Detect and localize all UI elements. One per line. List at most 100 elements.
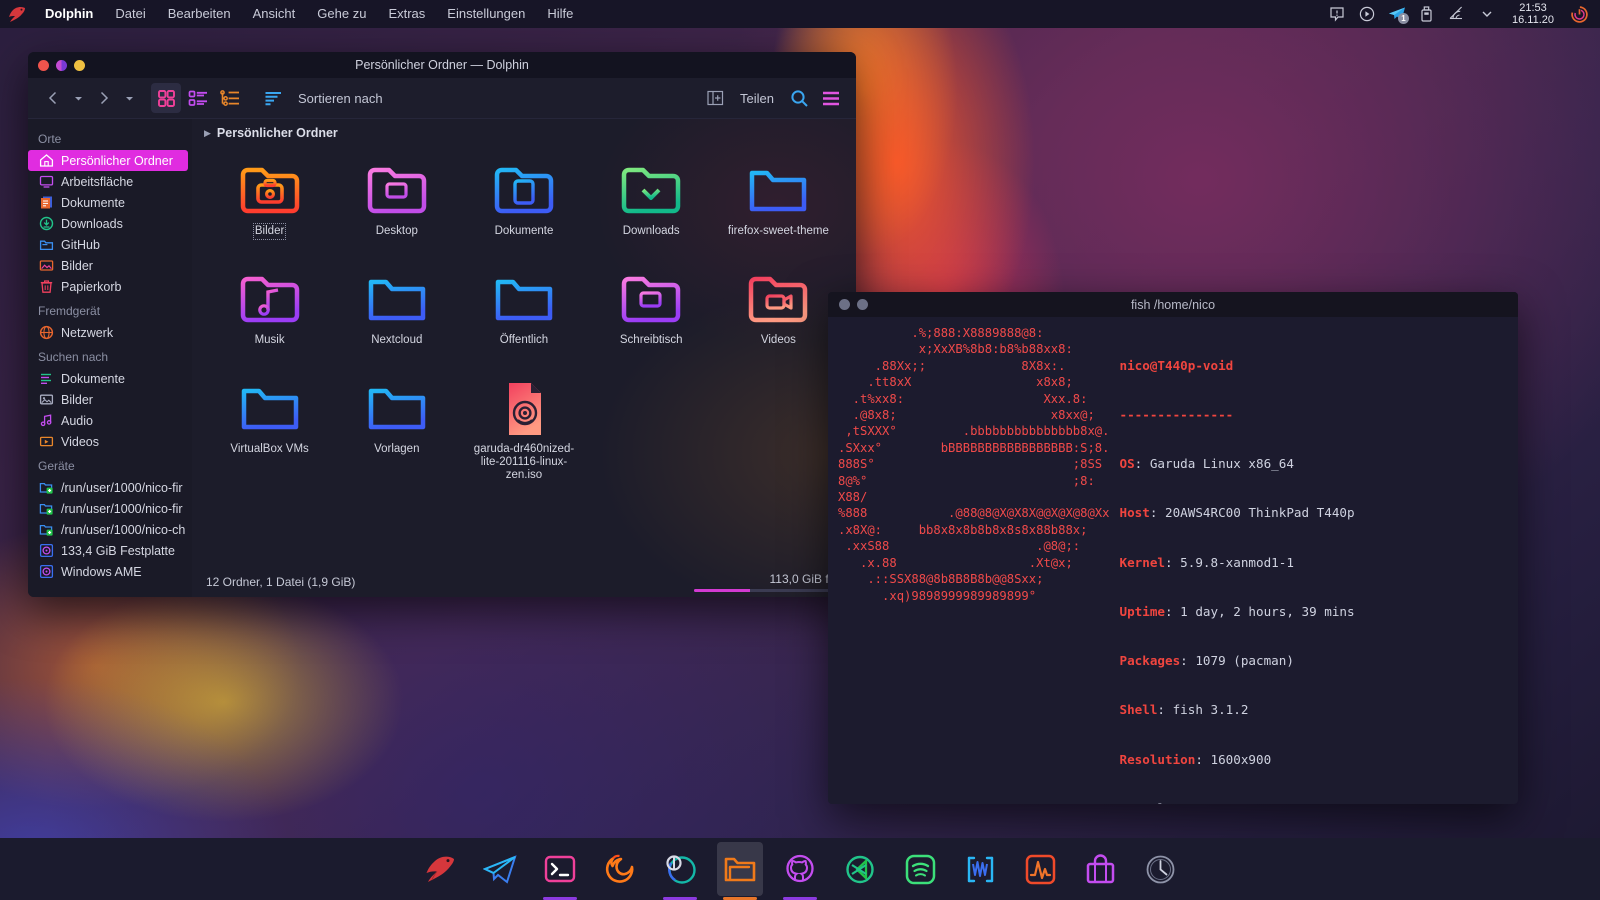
usb-drive-icon[interactable] [1412,0,1442,28]
chevron-down-icon[interactable] [1472,0,1502,28]
file-item-musik[interactable]: Musik [206,264,333,373]
hamburger-menu-icon[interactable] [816,83,846,113]
sidebar-item-bilder[interactable]: Bilder [28,255,192,276]
file-item-dokumente[interactable]: Dokumente [460,155,587,264]
details-view-icon[interactable] [215,83,245,113]
info-key: Kernel [1120,555,1166,570]
file-item-nextcloud[interactable]: Nextcloud [333,264,460,373]
menu-extras[interactable]: Extras [377,0,436,28]
close-button[interactable] [38,60,49,71]
menu-gehe-zu[interactable]: Gehe zu [306,0,377,28]
file-view: ▶ Persönlicher Ordner Bilder [192,119,856,597]
forward-arrow-icon[interactable] [89,83,119,113]
icons-view-icon[interactable] [151,83,181,113]
sidebar-item-windows-ame[interactable]: Windows AME [28,561,192,582]
terminal-titlebar[interactable]: fish /home/nico [828,292,1518,317]
power-button-icon[interactable] [1564,0,1594,28]
sidebar-item-papierkorb[interactable]: Papierkorb [28,276,192,297]
media-play-icon[interactable] [1352,0,1382,28]
file-grid[interactable]: Bilder Desktop [192,147,856,567]
dolphin-titlebar[interactable]: Persönlicher Ordner — Dolphin [28,52,856,78]
sidebar-item-label: Netzwerk [61,326,113,340]
harddisk-icon [38,543,54,559]
sidebar-item-netzwerk[interactable]: Netzwerk [28,322,192,343]
file-item-firefox-sweet-theme[interactable]: firefox-sweet-theme [715,155,842,264]
folder-icon [490,270,558,330]
garuda-eagle-icon[interactable] [0,5,34,23]
downloads-icon [38,216,54,232]
notification-icon[interactable] [1322,0,1352,28]
info-row: DE: Plasma 5.20.3 [1120,801,1378,804]
sidebar-item-festplatte[interactable]: 133,4 GiB Festplatte [28,540,192,561]
terminal-window[interactable]: fish /home/nico .%;888:X8889888@8: x;XxX… [828,292,1518,804]
sidebar-item-downloads[interactable]: Downloads [28,213,192,234]
dock-item-spotify[interactable] [897,842,943,896]
mounted-folder-icon [38,501,54,517]
top-panel: Dolphin Datei Bearbeiten Ansicht Gehe zu… [0,0,1600,28]
dock-item-github[interactable] [777,842,823,896]
file-item-oeffentlich[interactable]: Öffentlich [460,264,587,373]
sidebar-item-mount-3[interactable]: /run/user/1000/nico-ch [28,519,192,540]
file-item-virtualbox-vms[interactable]: VirtualBox VMs [206,373,333,482]
dolphin-window[interactable]: Persönlicher Ordner — Dolphin [28,52,856,597]
free-space: 113,0 GiB frei [694,572,842,592]
menu-app-name[interactable]: Dolphin [34,0,104,28]
sort-icon[interactable] [258,83,288,113]
sidebar-item-mount-2[interactable]: /run/user/1000/nico-fir [28,498,192,519]
terminal-content[interactable]: .%;888:X8889888@8: x;XxXB%8b8:b8%b88xx8:… [828,317,1518,804]
sidebar-item-suche-videos[interactable]: Videos [28,431,192,452]
minimize-button[interactable] [56,60,67,71]
file-label: Musik [255,334,285,347]
split-view-icon[interactable] [700,83,730,113]
dock-item-software-store[interactable] [1077,842,1123,896]
file-label: Dokumente [495,225,554,238]
breadcrumb[interactable]: ▶ Persönlicher Ordner [192,119,856,147]
sidebar-item-mount-1[interactable]: /run/user/1000/nico-fir [28,477,192,498]
file-item-desktop[interactable]: Desktop [333,155,460,264]
terminal-icon [544,854,576,884]
back-dropdown-icon[interactable] [70,83,87,113]
wifi-icon[interactable] [1442,0,1472,28]
sidebar-item-arbeitsflaeche[interactable]: Arbeitsfläche [28,171,192,192]
menu-ansicht[interactable]: Ansicht [242,0,307,28]
sidebar-item-suche-dokumente[interactable]: Dokumente [28,368,192,389]
back-arrow-icon[interactable] [38,83,68,113]
dock-item-clock-widget[interactable] [1137,842,1183,896]
neofetch-info: nico@T440p-void --------------- OS: Garu… [1120,325,1378,804]
breadcrumb-current[interactable]: Persönlicher Ordner [217,126,338,140]
forward-dropdown-icon[interactable] [121,83,138,113]
dock-item-telegram[interactable] [477,842,523,896]
sidebar-item-persoenlicher-ordner[interactable]: Persönlicher Ordner [28,150,188,171]
sidebar-item-github[interactable]: GitHub [28,234,192,255]
dock-item-terminal[interactable] [537,842,583,896]
file-item-downloads[interactable]: Downloads [588,155,715,264]
vscode-icon [844,854,876,885]
menu-bearbeiten[interactable]: Bearbeiten [157,0,242,28]
dock-item-system-monitor[interactable] [1017,842,1063,896]
menu-hilfe[interactable]: Hilfe [536,0,584,28]
file-item-schreibtisch[interactable]: Schreibtisch [588,264,715,373]
sidebar-item-suche-bilder[interactable]: Bilder [28,389,192,410]
maximize-button[interactable] [74,60,85,71]
sidebar-item-dokumente[interactable]: Dokumente [28,192,192,213]
sidebar-item-suche-audio[interactable]: Audio [28,410,192,431]
dock-item-audio-visualizer[interactable] [957,842,1003,896]
file-item-garuda-iso[interactable]: garuda-dr460nized-lite-201116-linux-zen.… [460,373,587,482]
menu-datei[interactable]: Datei [104,0,156,28]
clock[interactable]: 21:53 16.11.20 [1502,2,1564,26]
telegram-icon[interactable]: 1 [1382,0,1412,28]
dock-item-chromium[interactable] [657,842,703,896]
search-icon[interactable] [784,83,814,113]
dock-item-vscode[interactable] [837,842,883,896]
dock-item-firefox[interactable] [597,842,643,896]
info-value: 20AWS4RC00 ThinkPad T440p [1165,505,1355,520]
menu-einstellungen[interactable]: Einstellungen [436,0,536,28]
file-item-bilder[interactable]: Bilder [206,155,333,264]
file-item-videos[interactable]: Videos [715,264,842,373]
share-label[interactable]: Teilen [732,91,782,106]
dock-item-garuda-launcher[interactable] [417,842,463,896]
file-item-vorlagen[interactable]: Vorlagen [333,373,460,482]
sort-by-label[interactable]: Sortieren nach [290,91,391,106]
dock-item-dolphin[interactable] [717,842,763,896]
compact-view-icon[interactable] [183,83,213,113]
